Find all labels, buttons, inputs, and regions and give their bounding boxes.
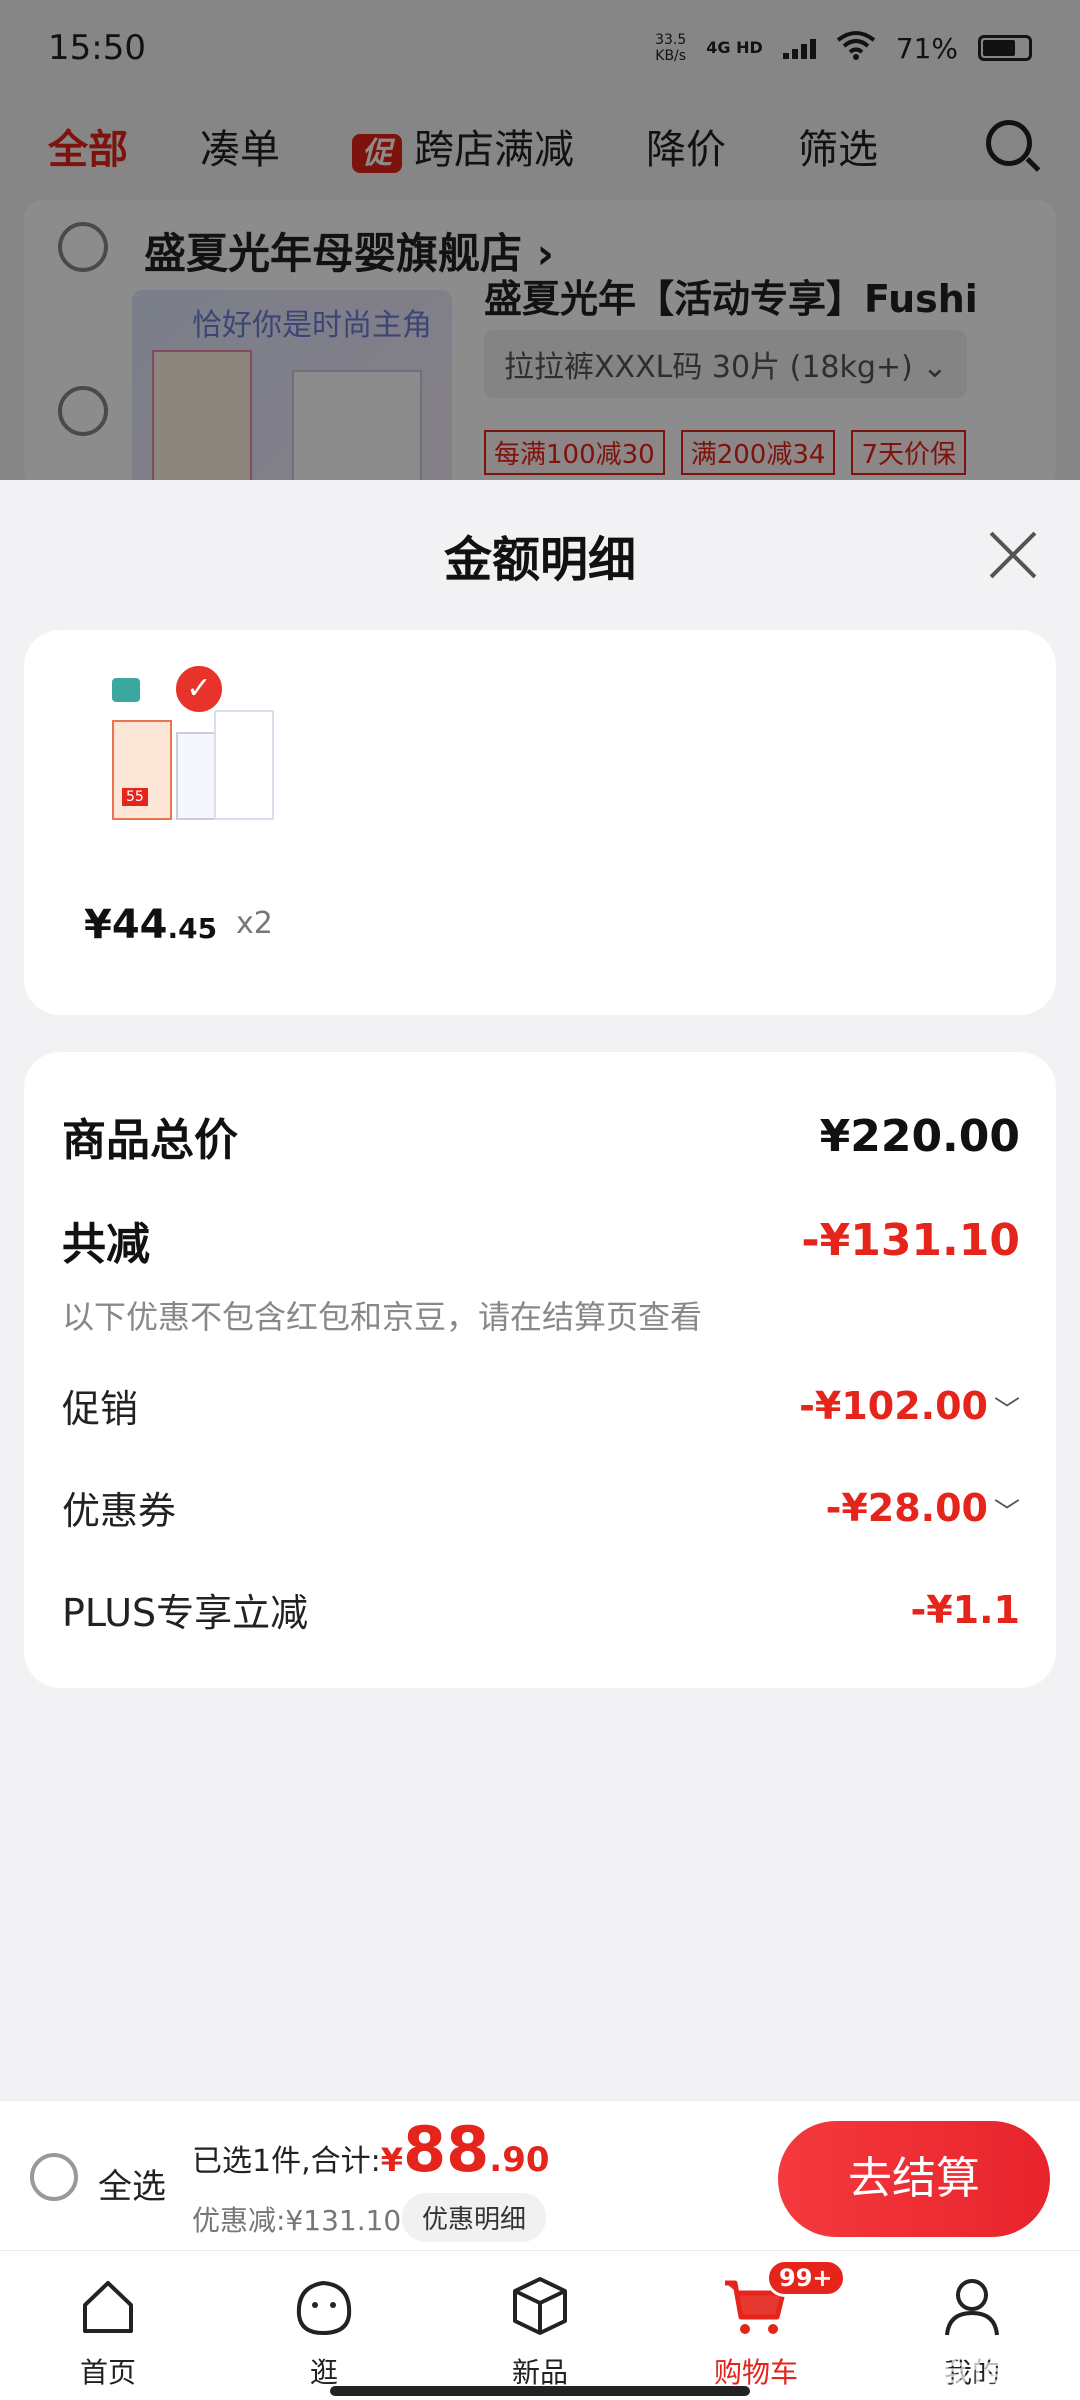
nav-browse-label: 逛 (309, 2356, 338, 2389)
discount-detail-button[interactable]: 优惠明细 (402, 2193, 547, 2242)
close-icon[interactable] (982, 528, 1036, 582)
coupon-label: 优惠券 (62, 1489, 177, 1533)
total-row: 商品总价 ¥220.00 (62, 1104, 1020, 1168)
checkout-summary: 已选1件,合计: ¥ 88 .90 (192, 2113, 550, 2186)
sheet-title: 金额明细 (443, 532, 636, 588)
checkout-discount-text: 优惠减:¥131.10 (192, 2204, 402, 2237)
thumb-price-label: 55 (122, 788, 148, 806)
nav-browse[interactable]: 逛 (216, 2251, 432, 2400)
discount-note: 以下优惠不包含红包和京豆，请在结算页查看 (62, 1298, 703, 1336)
total-amount-int: 88 (403, 2113, 490, 2186)
discount-value: -¥131.10 (801, 1214, 1020, 1266)
user-icon (945, 2279, 999, 2336)
gesture-home-bar[interactable] (330, 2386, 750, 2396)
home-icon (83, 2281, 133, 2333)
currency-symbol: ¥ (380, 2141, 403, 2179)
nav-cart-label: 购物车 (713, 2356, 798, 2389)
discount-row: 共减 -¥131.10 (62, 1208, 1020, 1272)
item-quantity: x2 (236, 906, 273, 941)
item-price: ¥44.45 (84, 902, 218, 948)
box-icon (513, 2277, 567, 2335)
nav-home-label: 首页 (79, 2356, 136, 2389)
chevron-down-icon: ﹀ (993, 1395, 1020, 1426)
nav-new[interactable]: 新品 (432, 2251, 648, 2400)
promo-label: 促销 (62, 1387, 139, 1431)
promo-row[interactable]: 促销 -¥102.00 ﹀ (62, 1378, 1020, 1433)
checkout-button[interactable]: 去结算 (778, 2121, 1050, 2237)
total-amount-dec: .90 (489, 2140, 550, 2180)
select-all-radio[interactable] (30, 2153, 78, 2201)
nav-new-label: 新品 (511, 2356, 568, 2389)
plus-value: -¥1.1 (910, 1587, 1020, 1632)
plus-label: PLUS专享立减 (62, 1591, 309, 1635)
selected-item-card: 55 ✓ ¥44.45 x2 (24, 630, 1056, 1015)
chevron-down-icon: ﹀ (993, 1497, 1020, 1528)
total-label: 商品总价 (62, 1115, 238, 1166)
browse-icon (296, 2280, 352, 2336)
plus-row: PLUS专享立减 -¥1.1 (62, 1582, 1020, 1637)
brand-logo-icon (112, 678, 140, 702)
coupon-row[interactable]: 优惠券 -¥28.00 ﹀ (62, 1480, 1020, 1535)
watermark: 值值值 (930, 2350, 1050, 2396)
price-breakdown-card: 商品总价 ¥220.00 共减 -¥131.10 以下优惠不包含红包和京豆，请在… (24, 1052, 1056, 1688)
coupon-value: -¥28.00 (825, 1485, 988, 1530)
cart-badge: 99+ (766, 2259, 846, 2297)
checkout-bar: 全选 已选1件,合计: ¥ 88 .90 优惠减:¥131.10 优惠明细 去结… (0, 2100, 1080, 2250)
select-all-label[interactable]: 全选 (98, 2159, 166, 2208)
modal-overlay[interactable] (0, 0, 1080, 480)
nav-home[interactable]: 首页 (0, 2251, 216, 2400)
bottom-nav: 首页 逛 新品 99+ 购物车 我的 (0, 2250, 1080, 2400)
nav-cart[interactable]: 99+ 购物车 (648, 2251, 864, 2400)
summary-prefix: 已选1件,合计: (192, 2144, 381, 2179)
check-icon: ✓ (172, 662, 226, 716)
discount-label: 共减 (62, 1219, 150, 1270)
promo-value: -¥102.00 (799, 1383, 988, 1428)
total-value: ¥220.00 (819, 1110, 1020, 1162)
